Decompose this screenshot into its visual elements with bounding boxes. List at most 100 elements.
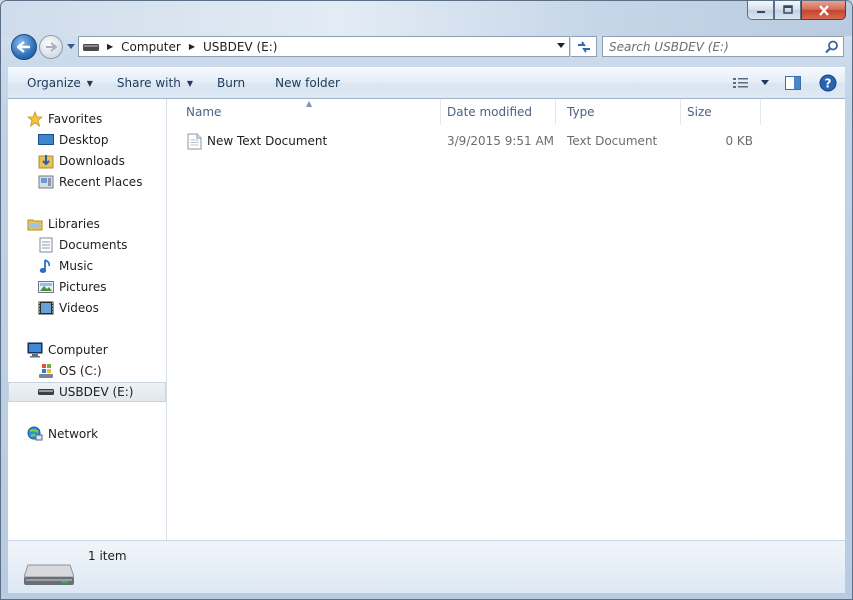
column-header-type-label: Type — [567, 105, 595, 119]
nav-videos[interactable]: Videos — [8, 298, 166, 318]
column-header-size[interactable]: Size — [675, 99, 760, 125]
view-options-dropdown[interactable] — [761, 80, 775, 86]
new-folder-button[interactable]: New folder — [255, 68, 350, 98]
share-with-label: Share with — [116, 76, 181, 90]
file-size: 0 KB — [725, 134, 753, 148]
breadcrumb-computer[interactable]: Computer — [117, 37, 185, 56]
column-header-name[interactable]: Name — [174, 99, 440, 125]
organize-label: Organize — [27, 76, 81, 90]
minimize-button[interactable] — [747, 1, 774, 20]
explorer-window: ▶ Computer ▶ USBDEV (E:) Organize ▼ Shar… — [0, 0, 853, 600]
windows-drive-icon — [38, 363, 54, 379]
nav-pictures[interactable]: Pictures — [8, 277, 166, 297]
navigation-pane: Favorites Desktop Downloads Recent Place… — [8, 99, 167, 540]
music-icon — [38, 258, 54, 274]
help-icon: ? — [819, 74, 837, 92]
address-history-dropdown[interactable] — [557, 43, 565, 49]
column-header-type[interactable]: Type — [555, 99, 680, 125]
downloads-icon — [38, 153, 54, 169]
documents-icon — [38, 237, 54, 253]
nav-videos-label: Videos — [59, 301, 99, 315]
search-icon[interactable] — [825, 40, 839, 54]
burn-label: Burn — [216, 76, 246, 90]
desktop-icon — [38, 132, 54, 148]
nav-libraries-label: Libraries — [48, 217, 100, 231]
preview-pane-button[interactable] — [775, 76, 811, 90]
breadcrumb-usbdev[interactable]: USBDEV (E:) — [199, 37, 281, 56]
caption-buttons — [747, 1, 846, 21]
details-pane: 1 item — [8, 540, 845, 593]
recent-places-icon — [38, 174, 54, 190]
usb-drive-large-icon — [23, 559, 75, 590]
forward-arrow-icon — [46, 42, 57, 52]
nav-documents-label: Documents — [59, 238, 128, 252]
chevron-down-icon: ▼ — [186, 78, 193, 88]
nav-drive-e[interactable]: USBDEV (E:) — [8, 382, 166, 402]
file-date-modified: 3/9/2015 9:51 AM — [447, 134, 555, 148]
nav-computer[interactable]: Computer — [8, 340, 166, 360]
forward-button[interactable] — [39, 35, 63, 59]
title-bar — [1, 1, 852, 36]
help-button[interactable]: ? — [811, 74, 845, 92]
close-icon — [818, 4, 829, 16]
column-header-size-label: Size — [687, 105, 712, 119]
nav-music[interactable]: Music — [8, 256, 166, 276]
nav-documents[interactable]: Documents — [8, 235, 166, 255]
videos-icon — [38, 300, 54, 316]
new-folder-label: New folder — [275, 76, 340, 90]
burn-button[interactable]: Burn — [203, 68, 255, 98]
nav-downloads[interactable]: Downloads — [8, 151, 166, 171]
maximize-icon — [782, 5, 793, 14]
breadcrumb-separator-icon[interactable]: ▶ — [103, 42, 117, 51]
text-document-icon — [187, 131, 202, 151]
nav-recent-places[interactable]: Recent Places — [8, 172, 166, 192]
close-button[interactable] — [801, 1, 846, 20]
nav-recent-places-label: Recent Places — [59, 175, 143, 189]
item-count: 1 item — [88, 549, 127, 563]
pictures-icon — [38, 279, 54, 295]
nav-drive-c-label: OS (C:) — [59, 364, 102, 378]
share-with-button[interactable]: Share with ▼ — [103, 68, 203, 98]
nav-libraries[interactable]: Libraries — [8, 214, 166, 234]
network-icon — [27, 426, 43, 442]
search-box — [602, 36, 844, 57]
nav-network[interactable]: Network — [8, 424, 166, 444]
minimize-icon — [756, 11, 765, 13]
nav-favorites[interactable]: Favorites — [8, 109, 166, 129]
search-input[interactable] — [609, 39, 819, 54]
column-header-date-modified[interactable]: Date modified — [435, 99, 555, 125]
organize-button[interactable]: Organize ▼ — [8, 68, 103, 98]
refresh-button[interactable] — [571, 36, 597, 57]
chevron-down-icon: ▼ — [86, 78, 93, 88]
nav-music-label: Music — [59, 259, 94, 273]
nav-drive-e-label: USBDEV (E:) — [59, 385, 134, 399]
address-drive-icon — [79, 37, 103, 56]
column-divider[interactable] — [760, 99, 761, 125]
nav-pictures-label: Pictures — [59, 280, 107, 294]
nav-network-label: Network — [48, 427, 99, 441]
recent-pages-dropdown[interactable] — [67, 44, 75, 50]
back-arrow-icon — [17, 41, 30, 53]
maximize-button[interactable] — [774, 1, 801, 20]
preview-pane-icon — [785, 76, 801, 90]
nav-drive-c[interactable]: OS (C:) — [8, 361, 166, 381]
column-header-date-modified-label: Date modified — [447, 105, 533, 119]
details-view-icon — [733, 78, 748, 88]
back-button[interactable] — [11, 34, 37, 60]
computer-icon — [27, 342, 43, 358]
nav-favorites-label: Favorites — [48, 112, 103, 126]
nav-computer-label: Computer — [48, 343, 108, 357]
address-bar[interactable]: ▶ Computer ▶ USBDEV (E:) — [78, 36, 570, 57]
nav-desktop[interactable]: Desktop — [8, 130, 166, 150]
file-type: Text Document — [567, 134, 658, 148]
file-row[interactable]: New Text Document 3/9/2015 9:51 AM Text … — [167, 131, 845, 151]
refresh-icon — [577, 40, 590, 53]
change-view-button[interactable] — [721, 77, 761, 89]
libraries-icon — [27, 216, 43, 232]
nav-downloads-label: Downloads — [59, 154, 125, 168]
column-header-name-label: Name — [186, 105, 222, 119]
usb-drive-icon — [38, 384, 54, 400]
breadcrumb-separator-icon[interactable]: ▶ — [185, 42, 199, 51]
command-bar: Organize ▼ Share with ▼ Burn New folder — [8, 67, 845, 99]
star-icon — [27, 111, 43, 127]
